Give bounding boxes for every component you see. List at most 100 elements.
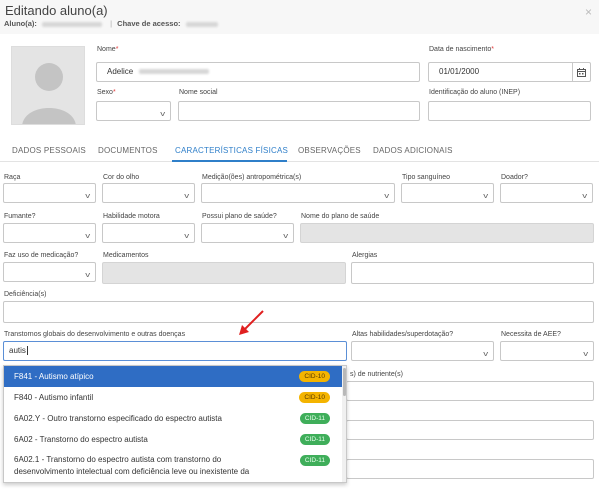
habilidade-motora-label: Habilidade motora: [103, 213, 160, 220]
cor-olho-label: Cor do olho: [103, 174, 140, 181]
nome-label: Nome*: [97, 46, 119, 53]
raca-label: Raça: [4, 174, 21, 181]
option-label: 6A02.1 - Transtorno do espectro autista …: [14, 455, 222, 464]
nome-surname-redacted: [139, 69, 210, 75]
chevron-down-icon: v: [582, 351, 588, 358]
autocomplete-dropdown: F841 - Autismo atípico CID-10 F840 - Aut…: [3, 365, 347, 483]
chave-value-redacted: [185, 21, 218, 27]
altas-habilidades-label: Altas habilidades/superdotação?: [352, 331, 454, 338]
cor-olho-select[interactable]: v: [102, 183, 195, 203]
option-label-continued: desenvolvimento intelectual com deficiên…: [14, 467, 250, 476]
cid10-badge: CID-10: [299, 392, 330, 403]
nome-social-input[interactable]: [178, 101, 420, 121]
sexo-select[interactable]: v: [96, 101, 171, 121]
modal-title: Editando aluno(a): [5, 3, 108, 18]
cid10-badge: CID-10: [299, 371, 330, 382]
cid11-badge: CID-11: [299, 455, 330, 466]
fumante-label: Fumante?: [4, 213, 36, 220]
student-photo[interactable]: [11, 46, 85, 125]
chevron-down-icon: v: [482, 351, 488, 358]
sexo-label: Sexo*: [97, 89, 116, 96]
chevron-down-icon: v: [84, 272, 90, 279]
dropdown-option[interactable]: 6A02 - Transtorno do espectro autista CI…: [4, 429, 342, 450]
nome-input[interactable]: Adelice: [96, 62, 420, 82]
chevron-down-icon: v: [84, 233, 90, 240]
necessita-aee-select[interactable]: v: [500, 341, 594, 361]
nome-value: Adelice: [107, 67, 134, 76]
dropdown-option[interactable]: F841 - Autismo atípico CID-10: [4, 366, 342, 387]
chevron-down-icon: v: [383, 193, 389, 200]
deficiencia-label: Deficiência(s): [4, 291, 47, 298]
plano-saude-label: Possui plano de saúde?: [202, 213, 277, 220]
medicao-select[interactable]: v: [201, 183, 395, 203]
chevron-down-icon: v: [183, 193, 189, 200]
avatar-placeholder-icon: [12, 47, 84, 124]
inep-input[interactable]: [428, 101, 591, 121]
text-caret: [26, 346, 28, 355]
dropdown-scroll-thumb[interactable]: [343, 368, 346, 396]
chevron-down-icon: v: [482, 193, 488, 200]
chave-label: Chave de acesso:: [117, 19, 181, 28]
nascimento-value: 01/01/2000: [439, 67, 480, 76]
nascimento-label: Data de nascimento*: [429, 46, 494, 53]
nutriente-input[interactable]: [346, 381, 594, 401]
option-label: F841 - Autismo atípico: [14, 372, 94, 381]
altas-habilidades-select[interactable]: v: [351, 341, 494, 361]
tab-dados-adicionais[interactable]: DADOS ADICIONAIS: [373, 146, 453, 155]
nutriente-label: s) de nutriente(s): [350, 371, 403, 378]
fumante-select[interactable]: v: [3, 223, 96, 243]
tab-caracteristicas-fisicas[interactable]: CARACTERÍSTICAS FÍSICAS: [175, 146, 288, 155]
deficiencia-input[interactable]: [3, 301, 594, 323]
inep-label: Identificação do aluno (INEP): [429, 89, 521, 96]
chevron-down-icon: v: [159, 111, 165, 118]
transtornos-label: Transtornos globais do desenvolvimento e…: [4, 331, 186, 338]
dropdown-option[interactable]: 6A02.Y - Outro transtorno especificado d…: [4, 408, 342, 429]
tab-documentos[interactable]: DOCUMENTOS: [98, 146, 158, 155]
dropdown-option[interactable]: F840 - Autismo infantil CID-10: [4, 387, 342, 408]
red-arrow-annotation: [239, 310, 264, 335]
necessita-aee-label: Necessita de AEE?: [501, 331, 561, 338]
background-input-3[interactable]: [346, 459, 594, 479]
chevron-down-icon: v: [581, 193, 587, 200]
nome-plano-input: [300, 223, 594, 243]
tab-observacoes[interactable]: OBSERVAÇÕES: [298, 146, 361, 155]
medicamentos-textarea: [102, 262, 346, 284]
nascimento-input[interactable]: 01/01/2000: [428, 62, 591, 82]
option-label: 6A02 - Transtorno do espectro autista: [14, 435, 148, 444]
background-input-2[interactable]: [346, 420, 594, 440]
option-label: F840 - Autismo infantil: [14, 393, 94, 402]
cid11-badge: CID-11: [299, 413, 330, 424]
transtornos-search-input[interactable]: autis: [3, 341, 347, 361]
medicao-label: Medição(ões) antropométrica(s): [202, 174, 302, 181]
info-separator: |: [110, 19, 113, 28]
alergias-textarea[interactable]: [351, 262, 594, 284]
nome-social-label: Nome social: [179, 89, 218, 96]
dropdown-option[interactable]: 6A02.1 - Transtorno do espectro autista …: [4, 454, 342, 482]
aluno-label: Aluno(a):: [4, 19, 37, 28]
active-tab-indicator: [172, 160, 287, 162]
alergias-label: Alergias: [352, 252, 378, 259]
student-info: Aluno(a): | Chave de acesso:: [4, 19, 221, 28]
option-label: 6A02.Y - Outro transtorno especificado d…: [14, 414, 222, 423]
chevron-down-icon: v: [282, 233, 288, 240]
uso-medicacao-select[interactable]: v: [3, 262, 96, 282]
cid11-badge: CID-11: [299, 434, 330, 445]
nome-plano-label: Nome do plano de saúde: [301, 213, 380, 220]
calendar-icon[interactable]: [572, 63, 590, 81]
medicamentos-label: Medicamentos: [103, 252, 149, 259]
aluno-name-redacted: [42, 21, 103, 27]
raca-select[interactable]: v: [3, 183, 96, 203]
doador-select[interactable]: v: [500, 183, 593, 203]
uso-medicacao-label: Faz uso de medicação?: [4, 252, 79, 259]
doador-label: Doador?: [501, 174, 528, 181]
tipo-sanguineo-select[interactable]: v: [401, 183, 494, 203]
modal-header: Editando aluno(a) × Aluno(a): | Chave de…: [0, 0, 599, 34]
tab-dados-pessoais[interactable]: DADOS PESSOAIS: [12, 146, 86, 155]
habilidade-motora-select[interactable]: v: [102, 223, 195, 243]
chevron-down-icon: v: [183, 233, 189, 240]
close-icon[interactable]: ×: [585, 5, 592, 19]
plano-saude-select[interactable]: v: [201, 223, 294, 243]
tab-bar: DADOS PESSOAIS DOCUMENTOS CARACTERÍSTICA…: [0, 141, 599, 162]
chevron-down-icon: v: [84, 193, 90, 200]
transtornos-search-value: autis: [9, 346, 26, 355]
